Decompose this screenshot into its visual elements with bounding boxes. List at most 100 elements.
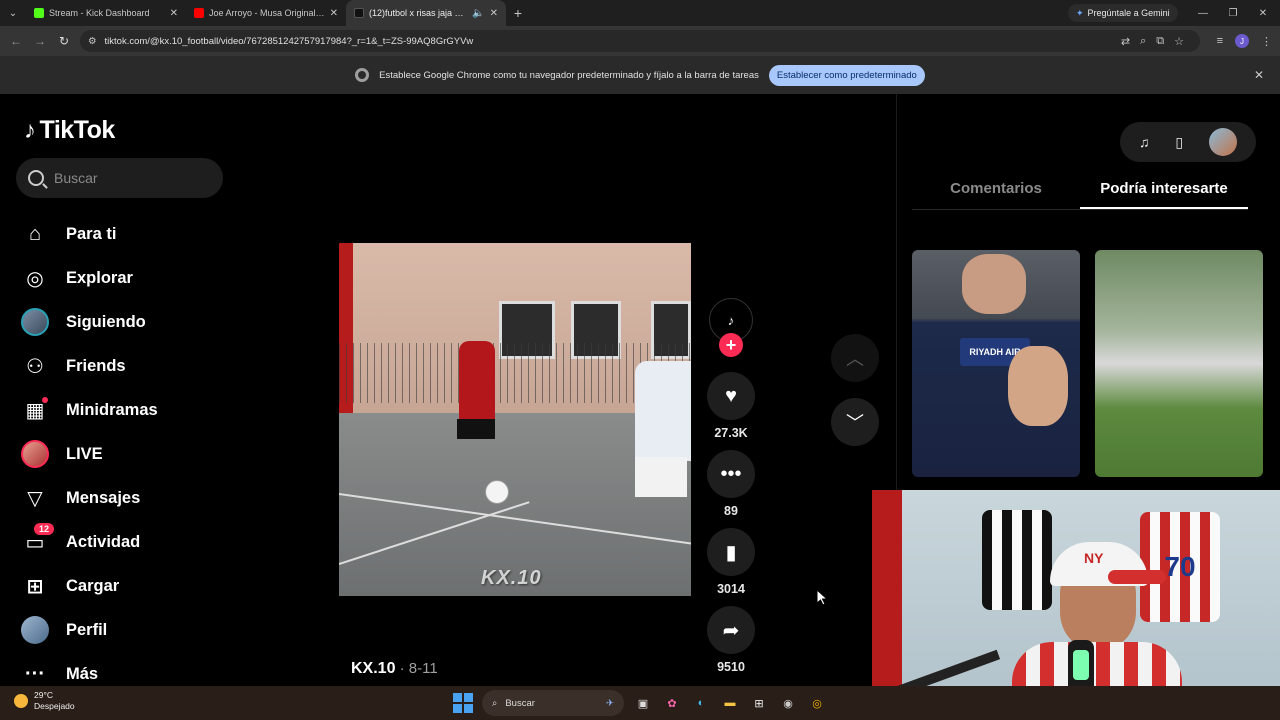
phone-icon[interactable]: ▯ <box>1175 134 1183 151</box>
save-count: 3014 <box>717 582 745 596</box>
following-avatar <box>20 307 50 337</box>
video-frame-player-white <box>635 361 691 461</box>
video-frame-player-shorts <box>457 419 495 439</box>
sidebar-item-cargar[interactable]: ⊞ Cargar <box>20 564 220 608</box>
gemini-label: Pregúntale a Gemini <box>1087 8 1170 18</box>
tab-title: (12)futbol x risas jaja 😂 fo <box>369 7 468 18</box>
mute-tab-icon[interactable]: 🔈 <box>472 8 484 19</box>
sidebar-item-para-ti[interactable]: ⌂ Para ti <box>20 212 220 256</box>
close-window-button[interactable]: ✕ <box>1248 0 1278 26</box>
previous-video-button[interactable]: ︿ <box>831 334 879 382</box>
video-author[interactable]: KX.10 <box>351 660 395 677</box>
url-text[interactable]: tiktok.com/@kx.10_football/video/7672851… <box>105 36 474 47</box>
sidebar-item-label: Explorar <box>66 268 133 287</box>
weather-condition: Despejado <box>34 701 75 711</box>
windows-start-icon[interactable] <box>453 693 473 713</box>
video-frame-ball <box>485 480 509 504</box>
video-watermark: KX.10 <box>481 567 542 589</box>
reload-icon[interactable]: ↻ <box>52 34 76 48</box>
video-author-line[interactable]: KX.10 · 8-11 <box>351 660 438 678</box>
bookmark-star-icon[interactable]: ☆ <box>1174 35 1184 48</box>
task-view-icon[interactable]: ▣ <box>633 693 653 713</box>
tab-strip: ⌄ Stream - Kick Dashboard ✕ Joe Arroyo -… <box>0 0 1280 26</box>
sidebar-item-label: Cargar <box>66 576 120 595</box>
restore-button[interactable]: ❐ <box>1218 0 1248 26</box>
file-explorer-icon[interactable]: ▬ <box>720 693 740 713</box>
weather-text: 29°C Despejado <box>34 690 75 712</box>
user-avatar[interactable] <box>1209 128 1238 156</box>
heart-icon[interactable]: ♥ <box>707 372 755 420</box>
infobar-message: Establece Google Chrome como tu navegado… <box>379 69 759 81</box>
edge-icon[interactable]: ◐ <box>691 693 711 713</box>
minimize-button[interactable]: — <box>1188 0 1218 26</box>
forward-icon[interactable]: → <box>28 34 52 48</box>
close-tab-icon[interactable]: ✕ <box>170 8 178 19</box>
follow-button[interactable]: + <box>719 333 743 357</box>
video-frame-player-shorts <box>635 457 687 497</box>
chrome-taskbar-icon[interactable]: ◎ <box>807 693 827 713</box>
like-count: 27.3K <box>714 426 748 440</box>
set-default-button[interactable]: Establecer como predeterminado <box>768 64 925 86</box>
profile-avatar[interactable]: J <box>1235 34 1249 48</box>
bookmark-icon[interactable]: ▮ <box>707 528 755 576</box>
search-placeholder: Buscar <box>54 170 98 186</box>
reading-list-icon[interactable]: ≡ <box>1217 35 1223 47</box>
menu-kebab-icon[interactable]: ⋮ <box>1261 35 1272 48</box>
recommended-video-thumbnail[interactable]: RIYADH AIR <box>912 250 1080 477</box>
tiktok-favicon-icon <box>354 8 364 18</box>
cap-brim <box>1108 570 1166 584</box>
translate-icon[interactable]: ⇄ <box>1121 35 1130 48</box>
browser-toolbar: ← → ↻ ⚙ tiktok.com/@kx.10_football/video… <box>0 26 1280 56</box>
tiktok-coin-icon[interactable]: ♫ <box>1139 134 1150 150</box>
gemini-button[interactable]: ✦ Pregúntale a Gemini <box>1068 4 1178 22</box>
sidebar-item-mensajes[interactable]: ▽ Mensajes <box>20 476 220 520</box>
close-infobar-icon[interactable]: ✕ <box>1254 68 1264 82</box>
tab-search-icon[interactable]: ⌄ <box>0 0 26 26</box>
new-tab-button[interactable]: + <box>506 5 530 21</box>
sidebar-item-explorar[interactable]: ◎ Explorar <box>20 256 220 300</box>
sidebar-item-friends[interactable]: ⚇ Friends <box>20 344 220 388</box>
tab-comentarios[interactable]: Comentarios <box>912 174 1080 209</box>
sidebar-item-siguiendo[interactable]: Siguiendo <box>20 300 220 344</box>
sidebar-item-label: Friends <box>66 356 126 375</box>
microphone-light <box>1073 650 1089 680</box>
tab-podria-interesarte[interactable]: Podría interesarte <box>1080 174 1248 209</box>
zoom-icon[interactable]: ⌕ <box>1140 35 1146 48</box>
comment-icon[interactable]: ••• <box>707 450 755 498</box>
tiktok-logo[interactable]: ♪ TikTok <box>24 116 115 145</box>
close-tab-icon[interactable]: ✕ <box>330 8 338 19</box>
sidebar-item-label: Minidramas <box>66 400 158 419</box>
install-icon[interactable]: ⧉ <box>1156 35 1164 48</box>
sidebar-item-actividad[interactable]: ▭ 12 Actividad <box>20 520 220 564</box>
sun-icon <box>14 694 28 708</box>
site-info-icon[interactable]: ⚙ <box>88 36 97 47</box>
taskbar-search[interactable]: ⌕ Buscar ✈ <box>482 690 624 716</box>
weather-widget[interactable]: 29°C Despejado <box>14 690 75 712</box>
sidebar-item-live[interactable]: LIVE <box>20 432 220 476</box>
sidebar-item-perfil[interactable]: Perfil <box>20 608 220 652</box>
search-icon: ⌕ <box>492 697 498 709</box>
tab-title: Stream - Kick Dashboard <box>49 8 150 18</box>
share-icon[interactable]: ➦ <box>707 606 755 654</box>
browser-tab-tiktok[interactable]: (12)futbol x risas jaja 😂 fo 🔈 ✕ <box>346 0 506 26</box>
sidebar-item-label: Siguiendo <box>66 312 146 331</box>
sidebar-item-label: Para ti <box>66 224 117 243</box>
browser-tab-youtube[interactable]: Joe Arroyo - Musa Original (Au ✕ <box>186 0 346 26</box>
video-player[interactable]: KX.10 <box>339 243 691 596</box>
next-video-button[interactable]: ﹀ <box>831 398 879 446</box>
address-bar[interactable]: ⚙ tiktok.com/@kx.10_football/video/76728… <box>80 30 1200 52</box>
comment-count: 89 <box>724 504 738 518</box>
browser-tab-kick[interactable]: Stream - Kick Dashboard ✕ <box>26 0 186 26</box>
top-actions: ♫ ▯ <box>1120 122 1256 162</box>
copilot-icon[interactable]: ✿ <box>662 693 682 713</box>
video-frame-player-red <box>459 341 495 431</box>
back-icon[interactable]: ← <box>4 34 28 48</box>
obs-icon[interactable]: ◉ <box>778 693 798 713</box>
store-icon[interactable]: ⊞ <box>749 693 769 713</box>
youtube-favicon-icon <box>194 8 204 18</box>
recommended-video-thumbnail[interactable] <box>1095 250 1263 477</box>
search-input[interactable]: Buscar <box>16 158 223 198</box>
sidebar-item-minidramas[interactable]: ▦ Minidramas <box>20 388 220 432</box>
close-tab-icon[interactable]: ✕ <box>490 8 498 19</box>
temperature: 29°C <box>34 690 53 700</box>
